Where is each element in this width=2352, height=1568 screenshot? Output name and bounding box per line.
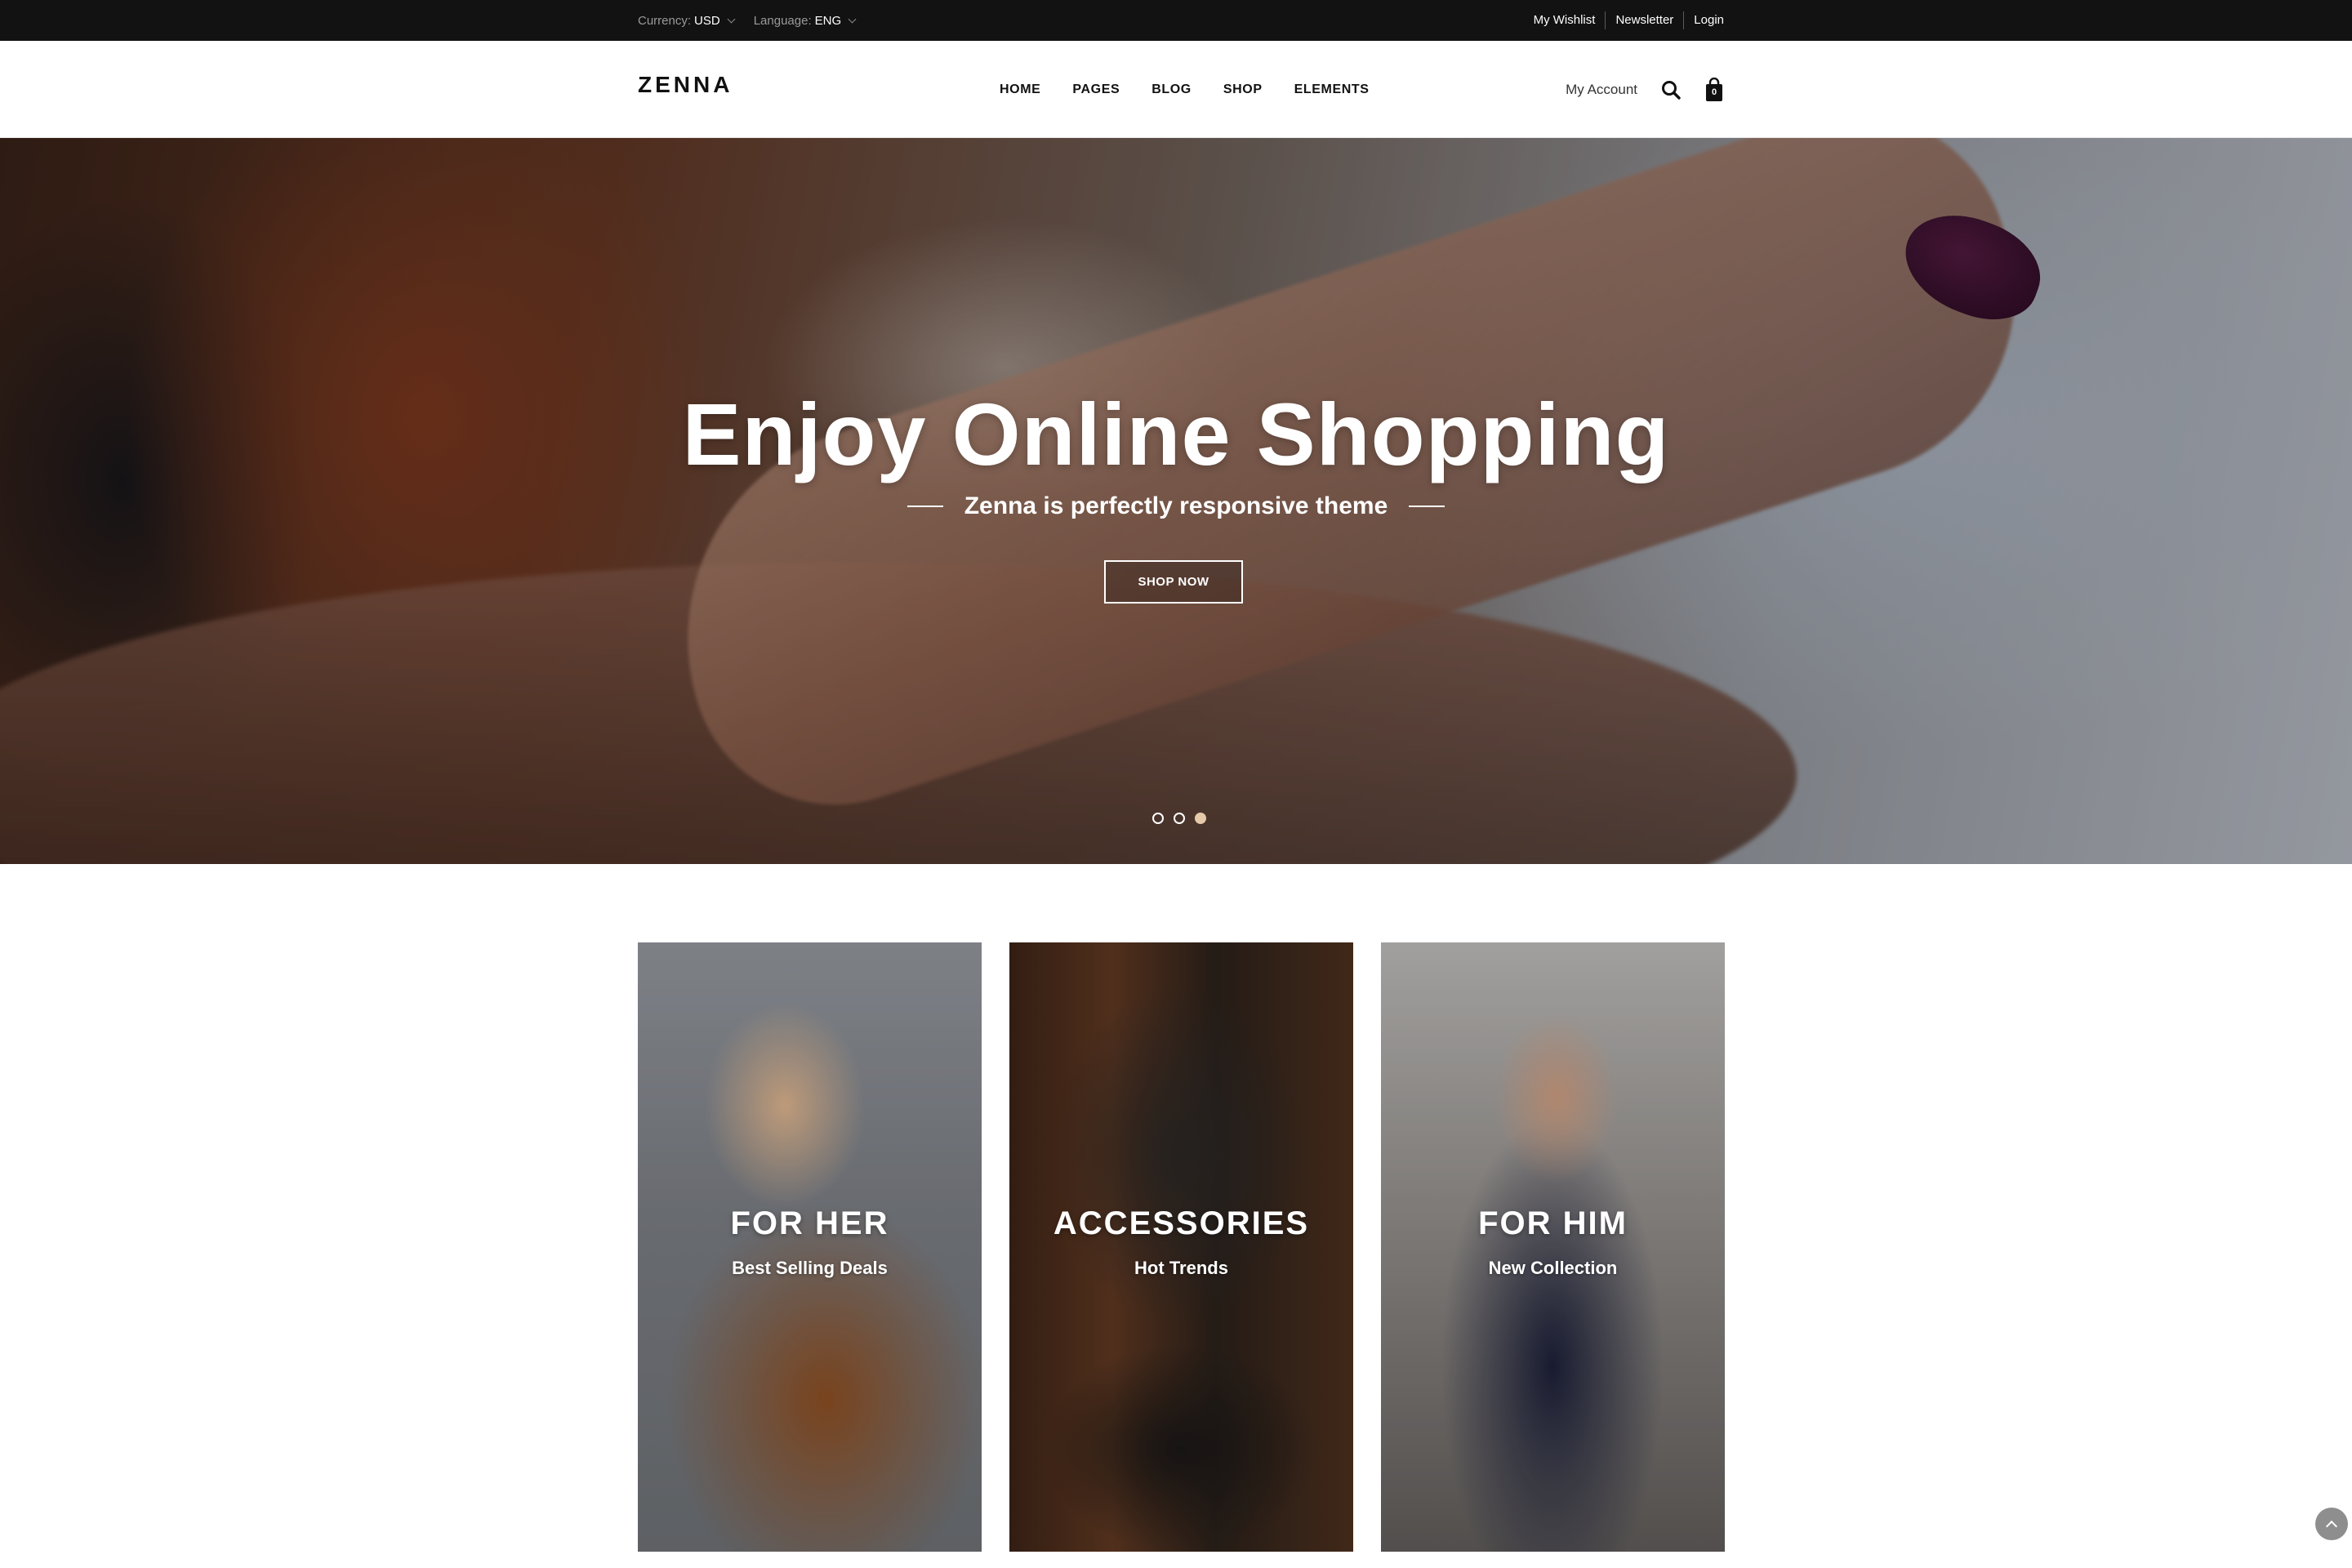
- category-for-him[interactable]: FOR HIM New Collection: [1381, 942, 1725, 1552]
- top-bar: Currency: USD Language: ENG My Wishlist …: [0, 0, 2352, 41]
- language-label: Language:: [753, 13, 812, 28]
- language-selector[interactable]: Language: ENG: [753, 13, 857, 28]
- category-title: FOR HIM: [1478, 1205, 1628, 1241]
- category-overlay: [1009, 942, 1353, 1552]
- hero-content: Enjoy Online Shopping Zenna is perfectly…: [0, 138, 2352, 864]
- subtitle-divider-right: [1409, 506, 1446, 507]
- hero-title: Enjoy Online Shopping: [682, 385, 1670, 483]
- category-subtitle: New Collection: [1488, 1258, 1618, 1278]
- nav-pages[interactable]: PAGES: [1072, 82, 1120, 97]
- search-icon[interactable]: [1660, 79, 1682, 100]
- chevron-down-icon: [727, 15, 736, 23]
- chevron-up-icon: [2325, 1520, 2338, 1532]
- slider-dot-3[interactable]: [1195, 813, 1206, 824]
- slider-dot-2[interactable]: [1174, 813, 1185, 824]
- hero-slider: Enjoy Online Shopping Zenna is perfectly…: [0, 138, 2352, 864]
- site-header: ZENNA HOME PAGES BLOG SHOP ELEMENTS My A…: [0, 41, 2352, 138]
- category-title: FOR HER: [730, 1205, 889, 1241]
- category-overlay: [1381, 942, 1725, 1552]
- nav-home[interactable]: HOME: [1000, 82, 1040, 97]
- cart-count-badge: 0: [1711, 87, 1717, 97]
- login-link[interactable]: Login: [1683, 11, 1724, 29]
- shop-now-button[interactable]: SHOP NOW: [1104, 560, 1243, 604]
- main-nav: HOME PAGES BLOG SHOP ELEMENTS: [1000, 41, 1370, 138]
- chevron-down-icon: [848, 15, 857, 23]
- hero-subtitle: Zenna is perfectly responsive theme: [964, 492, 1388, 519]
- category-for-her[interactable]: FOR HER Best Selling Deals: [638, 942, 982, 1552]
- category-subtitle: Best Selling Deals: [732, 1258, 888, 1278]
- nav-shop[interactable]: SHOP: [1223, 82, 1263, 97]
- scroll-to-top-button[interactable]: [2315, 1508, 2348, 1540]
- top-bar-links: My Wishlist Newsletter Login: [1524, 0, 1724, 41]
- newsletter-link[interactable]: Newsletter: [1605, 11, 1683, 29]
- slider-dot-1[interactable]: [1152, 813, 1164, 824]
- category-subtitle: Hot Trends: [1134, 1258, 1228, 1278]
- wishlist-link[interactable]: My Wishlist: [1524, 11, 1606, 29]
- my-account-link[interactable]: My Account: [1566, 82, 1637, 98]
- currency-label: Currency:: [638, 13, 692, 28]
- category-overlay: [638, 942, 982, 1552]
- hero-subtitle-row: Zenna is perfectly responsive theme: [0, 492, 2352, 520]
- category-title: ACCESSORIES: [1053, 1205, 1310, 1241]
- slider-dots: [1152, 813, 1206, 824]
- cart-button[interactable]: 0: [1704, 77, 1724, 102]
- currency-selector[interactable]: Currency: USD: [638, 13, 736, 28]
- site-logo[interactable]: ZENNA: [638, 72, 733, 98]
- nav-blog[interactable]: BLOG: [1152, 82, 1192, 97]
- language-value: ENG: [814, 13, 842, 28]
- currency-value: USD: [694, 13, 720, 28]
- nav-elements[interactable]: ELEMENTS: [1294, 82, 1370, 97]
- subtitle-divider-left: [906, 506, 943, 507]
- category-accessories[interactable]: ACCESSORIES Hot Trends: [1009, 942, 1353, 1552]
- top-bar-selectors: Currency: USD Language: ENG: [638, 0, 857, 41]
- header-actions: My Account 0: [1566, 41, 1724, 138]
